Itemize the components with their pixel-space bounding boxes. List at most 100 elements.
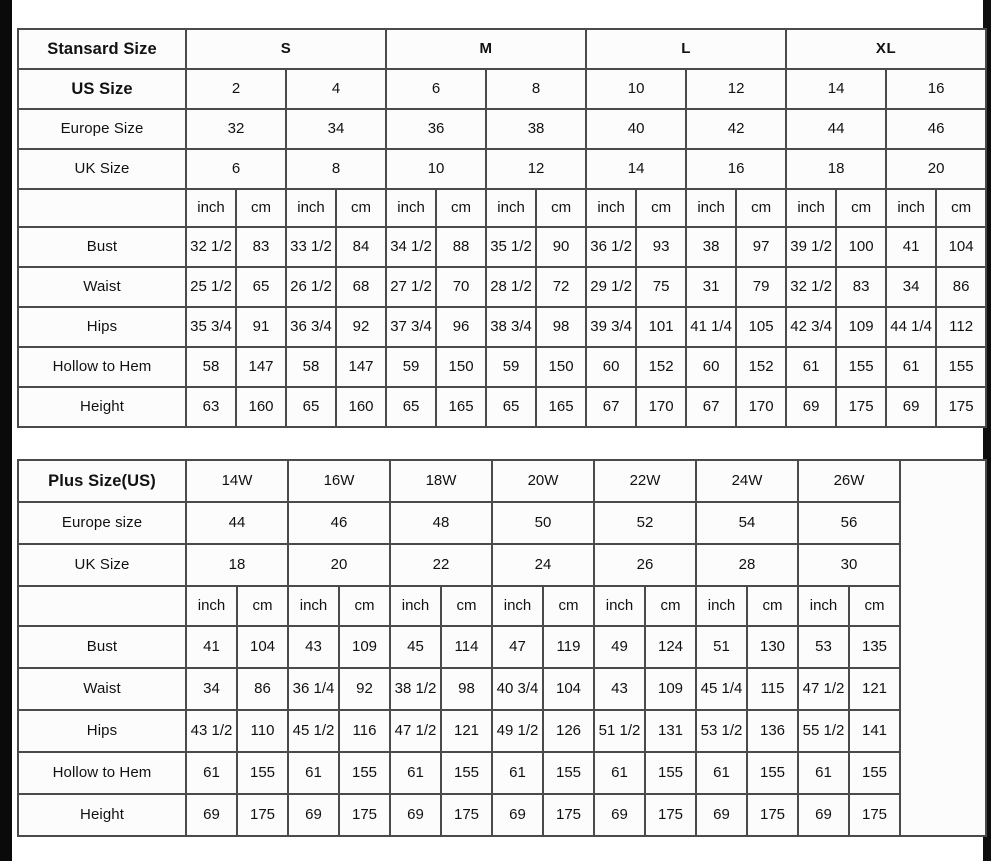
plus-hips-cell: 51 1/2: [593, 709, 646, 753]
hips-cell: 35 3/4: [185, 306, 237, 348]
plus-us-size-cell: 22W: [593, 459, 697, 503]
height-cell: 65: [485, 386, 538, 428]
table-row-uk-size: UK Size 6 8 10 12 14 16 18 20: [17, 148, 988, 190]
us-size-cell: 2: [185, 68, 287, 110]
us-size-cell: 14: [785, 68, 888, 110]
plus-europe-size-cell: 44: [185, 501, 289, 545]
plus-waist-cell: 34: [185, 667, 238, 711]
height-cell: 175: [935, 386, 988, 428]
plus-height-cell: 175: [236, 793, 289, 837]
table-row-plus-waist: Waist 34 86 36 1/4 92 38 1/2 98 40 3/4 1…: [17, 667, 986, 711]
europe-size-cell: 44: [785, 108, 888, 150]
table-row-bust: Bust 32 1/2 83 33 1/2 84 34 1/2 88 35 1/…: [17, 226, 988, 268]
unit-cm: cm: [435, 188, 488, 228]
plus-us-size-cell: 20W: [491, 459, 595, 503]
waist-cell: 34: [885, 266, 938, 308]
unit-cm: cm: [635, 188, 688, 228]
row-label-us-size: US Size: [17, 68, 187, 110]
hollow-cell: 155: [935, 346, 988, 388]
table-row-europe-size: Europe Size 32 34 36 38 40 42 44 46: [17, 108, 988, 150]
plus-hollow-cell: 155: [542, 751, 595, 795]
waist-cell: 29 1/2: [585, 266, 638, 308]
plus-waist-cell: 115: [746, 667, 799, 711]
unit-cm: cm: [334, 188, 388, 228]
bust-cell: 36 1/2: [585, 226, 638, 268]
plus-waist-cell: 45 1/4: [695, 667, 748, 711]
group-header-m: M: [385, 28, 588, 70]
hips-cell: 41 1/4: [685, 306, 738, 348]
table-row-plus-hollow-to-hem: Hollow to Hem 61 155 61 155 61 155 61 15…: [17, 751, 986, 795]
height-cell: 170: [635, 386, 688, 428]
plus-hips-cell: 47 1/2: [389, 709, 442, 753]
us-size-cell: 6: [385, 68, 488, 110]
waist-cell: 79: [735, 266, 788, 308]
bust-cell: 32 1/2: [185, 226, 237, 268]
hips-cell: 92: [334, 306, 388, 348]
plus-height-cell: 175: [746, 793, 799, 837]
plus-waist-cell: 98: [440, 667, 493, 711]
row-label-uk-size: UK Size: [17, 148, 187, 190]
unit-cm: cm: [848, 585, 901, 627]
plus-height-cell: 69: [185, 793, 238, 837]
table-row-plus-bust: Bust 41 104 43 109 45 114 47 119 49 124 …: [17, 625, 986, 669]
plus-us-size-cell: 18W: [389, 459, 493, 503]
hips-cell: 112: [935, 306, 988, 348]
us-size-cell: 8: [485, 68, 588, 110]
us-size-cell: 10: [585, 68, 688, 110]
height-cell: 69: [885, 386, 938, 428]
europe-size-cell: 32: [185, 108, 287, 150]
hips-cell: 38 3/4: [485, 306, 538, 348]
plus-hollow-cell: 155: [848, 751, 901, 795]
row-label-europe-size: Europe Size: [17, 108, 187, 150]
europe-size-cell: 38: [485, 108, 588, 150]
unit-cm: cm: [935, 188, 988, 228]
plus-waist-cell: 36 1/4: [287, 667, 340, 711]
plus-height-cell: 175: [440, 793, 493, 837]
plus-bust-cell: 109: [338, 625, 391, 669]
waist-cell: 27 1/2: [385, 266, 438, 308]
europe-size-cell: 42: [685, 108, 788, 150]
hips-cell: 101: [635, 306, 688, 348]
unit-inch: inch: [797, 585, 850, 627]
waist-cell: 72: [535, 266, 588, 308]
plus-hollow-cell: 155: [338, 751, 391, 795]
row-label-height: Height: [17, 386, 187, 428]
hips-cell: 91: [235, 306, 287, 348]
us-size-cell: 12: [685, 68, 788, 110]
plus-waist-cell: 104: [542, 667, 595, 711]
plus-hollow-cell: 155: [746, 751, 799, 795]
plus-hollow-cell: 61: [797, 751, 850, 795]
unit-cm: cm: [235, 188, 287, 228]
height-cell: 170: [735, 386, 788, 428]
unit-cm: cm: [644, 585, 697, 627]
plus-waist-cell: 43: [593, 667, 646, 711]
plus-waist-cell: 109: [644, 667, 697, 711]
plus-hips-cell: 43 1/2: [185, 709, 238, 753]
plus-height-cell: 175: [848, 793, 901, 837]
plus-bust-cell: 47: [491, 625, 544, 669]
hips-cell: 105: [735, 306, 788, 348]
waist-cell: 65: [235, 266, 287, 308]
plus-hollow-cell: 61: [593, 751, 646, 795]
europe-size-cell: 34: [284, 108, 388, 150]
hollow-cell: 150: [535, 346, 588, 388]
plus-corner-label: Plus Size(US): [17, 459, 187, 503]
table-row-units: inch cm inch cm inch cm inch cm inch cm …: [17, 188, 988, 228]
hollow-cell: 152: [735, 346, 788, 388]
waist-cell: 26 1/2: [285, 266, 337, 308]
plus-hips-cell: 126: [542, 709, 595, 753]
plus-uk-size-cell: 22: [389, 543, 493, 587]
plus-hips-cell: 55 1/2: [797, 709, 850, 753]
plus-uk-size-cell: 24: [491, 543, 595, 587]
table-row-hips: Hips 35 3/4 91 36 3/4 92 37 3/4 96 38 3/…: [17, 306, 988, 348]
plus-bust-cell: 130: [746, 625, 799, 669]
plus-hollow-cell: 61: [185, 751, 238, 795]
unit-inch: inch: [485, 188, 538, 228]
height-cell: 69: [785, 386, 838, 428]
hollow-cell: 152: [635, 346, 688, 388]
table-row-group-header: Stansard Size S M L XL: [17, 28, 988, 70]
plus-height-cell: 175: [542, 793, 595, 837]
hips-cell: 44 1/4: [885, 306, 938, 348]
plus-bust-cell: 53: [797, 625, 850, 669]
hips-cell: 42 3/4: [785, 306, 838, 348]
